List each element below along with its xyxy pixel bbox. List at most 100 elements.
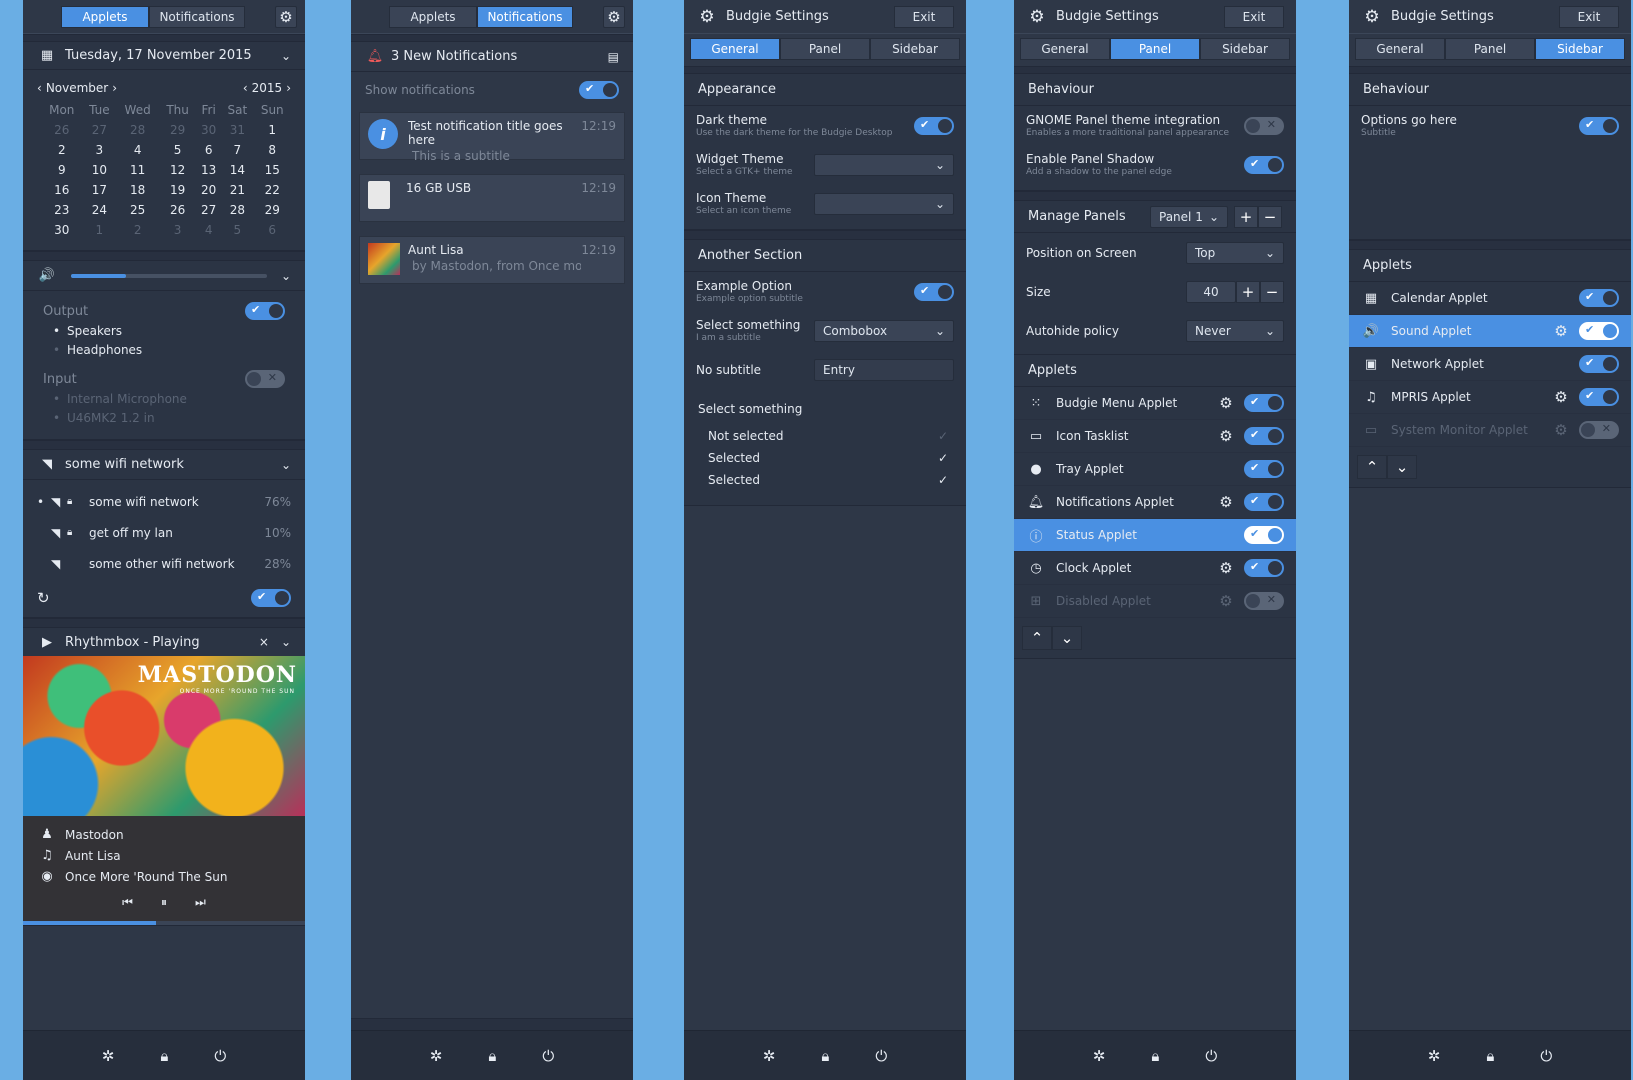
position-select[interactable]: Top ⌄ [1186,241,1284,264]
applet-row[interactable]: ⓘStatus Applet⚙✔ [1014,519,1296,552]
volume-slider[interactable] [71,273,267,278]
applet-row[interactable]: ◷ Clock Applet ⚙ ✔ [1014,552,1296,585]
calendar-day[interactable]: 25 [116,200,159,220]
remove-panel-button[interactable]: − [1258,205,1282,228]
move-down-button[interactable]: ⌄ [1387,455,1417,479]
options-toggle[interactable]: ✔ [1579,116,1619,135]
settings-icon[interactable]: ✲ [763,1047,776,1065]
power-icon[interactable]: ⏻ [875,1047,887,1065]
calendar-day[interactable]: 2 [116,220,159,240]
notification-item[interactable]: Aunt Lisa by Mastodon, from Once mor... 1… [359,236,625,284]
calendar-day[interactable]: 26 [159,200,196,220]
calendar-day[interactable]: 14 [221,160,253,180]
chevron-down-icon[interactable]: ⌄ [281,635,291,649]
gear-icon[interactable]: ⚙ [1216,559,1236,577]
calendar-day[interactable]: 24 [83,200,117,220]
add-panel-button[interactable]: + [1234,205,1258,228]
track-progress[interactable] [23,921,305,925]
calendar-day[interactable]: 27 [83,120,117,140]
next-year-icon[interactable]: › [286,81,291,95]
gear-icon[interactable]: ⚙ [1551,322,1571,340]
calendar-day[interactable]: 20 [196,180,221,200]
calendar-day[interactable]: 13 [196,160,221,180]
calendar-day[interactable]: 8 [253,140,291,160]
entry-field[interactable]: Entry [814,358,954,381]
gear-icon[interactable]: ⚙ [275,5,297,28]
clear-all-icon[interactable]: ▤ [608,50,619,64]
calendar-day[interactable]: 11 [116,160,159,180]
next-icon[interactable]: ⏭ [195,895,206,910]
play-icon[interactable]: ▶ [37,635,57,650]
show-notifications-toggle[interactable]: ✔ [579,81,619,99]
network-item[interactable]: •◥🔒︎get off my lan10% [23,517,305,548]
gear-icon[interactable]: ⚙ [1216,394,1236,412]
applet-row[interactable]: ●Tray Applet⚙✔ [1014,453,1296,486]
gear-icon[interactable]: ⚙ [1551,421,1571,439]
lock-icon[interactable]: 🔒︎ [160,1047,168,1065]
date-header[interactable]: ▦ Tuesday, 17 November 2015 ⌄ [23,42,305,70]
calendar-day[interactable]: 6 [196,140,221,160]
settings-icon[interactable]: ✲ [1093,1047,1106,1065]
prev-month-icon[interactable]: ‹ [37,81,42,95]
applet-row[interactable]: ▭ System Monitor Applet ⚙ ✕ [1349,414,1631,447]
calendar-day[interactable]: 1 [83,220,117,240]
power-icon[interactable]: ⏻ [214,1047,226,1065]
tab-panel[interactable]: Panel [1445,38,1535,60]
applet-toggle[interactable]: ✔ [1244,493,1284,511]
calendar-day[interactable]: 4 [196,220,221,240]
applet-row[interactable]: ⁙ Budgie Menu Applet ⚙ ✔ [1014,387,1296,420]
calendar-day[interactable]: 19 [159,180,196,200]
calendar-day[interactable]: 15 [253,160,291,180]
input-item-mic[interactable]: • Internal Microphone [43,389,285,408]
calendar-day[interactable]: 5 [221,220,253,240]
applet-toggle[interactable]: ✔ [1579,355,1619,373]
dark-theme-toggle[interactable]: ✔ [914,116,954,135]
applet-toggle[interactable]: ✔ [1579,289,1619,307]
calendar-day[interactable]: 29 [253,200,291,220]
calendar-day[interactable]: 17 [83,180,117,200]
gear-icon[interactable]: ⚙ [1551,388,1571,406]
applet-toggle[interactable]: ✔ [1244,460,1284,478]
applet-row[interactable]: ▦Calendar Applet⚙✔ [1349,282,1631,315]
calendar-day[interactable]: 22 [253,180,291,200]
notification-item[interactable]: 16 GB USB 12:19 [359,174,625,222]
network-item[interactable]: • ◥ 🔒︎ some wifi network 76% [23,486,305,517]
applet-toggle[interactable]: ✔ [1244,559,1284,577]
autohide-select[interactable]: Never ⌄ [1186,319,1284,342]
power-icon[interactable]: ⏻ [1540,1047,1552,1065]
power-icon[interactable]: ⏻ [542,1047,554,1065]
tab-panel[interactable]: Panel [1110,38,1200,60]
calendar-day[interactable]: 1 [253,120,291,140]
calendar-day[interactable]: 4 [116,140,159,160]
applet-toggle[interactable]: ✔ [1244,394,1284,412]
lock-icon[interactable]: 🔒︎ [488,1047,496,1065]
tab-sidebar[interactable]: Sidebar [1200,38,1290,60]
calendar-day[interactable]: 6 [253,220,291,240]
power-icon[interactable]: ⏻ [1205,1047,1217,1065]
selection-item[interactable]: Not selected ✓ [702,425,948,447]
calendar-day[interactable]: 16 [41,180,83,200]
chevron-down-icon[interactable]: ⌄ [281,458,291,472]
settings-icon[interactable]: ✲ [102,1047,115,1065]
size-increase-button[interactable]: + [1236,280,1260,303]
tab-applets[interactable]: Applets [389,5,477,28]
calendar-day[interactable]: 10 [83,160,117,180]
tab-general[interactable]: General [1020,38,1110,60]
calendar-day[interactable]: 12 [159,160,196,180]
tab-sidebar[interactable]: Sidebar [1535,38,1625,60]
tab-panel[interactable]: Panel [780,38,870,60]
applet-toggle[interactable]: ✔ [1579,322,1619,340]
panel-select[interactable]: Panel 1 ⌄ [1150,205,1228,228]
gear-icon[interactable]: ⚙ [1216,493,1236,511]
lock-icon[interactable]: 🔒︎ [821,1047,829,1065]
wifi-header[interactable]: ◥ some wifi network ⌄ [23,450,305,480]
lock-icon[interactable]: 🔒︎ [1486,1047,1494,1065]
gear-icon[interactable]: ⚙ [1216,427,1236,445]
calendar-day[interactable]: 18 [116,180,159,200]
calendar-day[interactable]: 3 [83,140,117,160]
move-down-button[interactable]: ⌄ [1052,626,1082,650]
calendar-day[interactable]: 28 [116,120,159,140]
applet-toggle[interactable]: ✔ [1244,526,1284,544]
refresh-icon[interactable]: ↻ [37,589,50,607]
notification-item[interactable]: i Test notification title goes here This … [359,112,625,163]
